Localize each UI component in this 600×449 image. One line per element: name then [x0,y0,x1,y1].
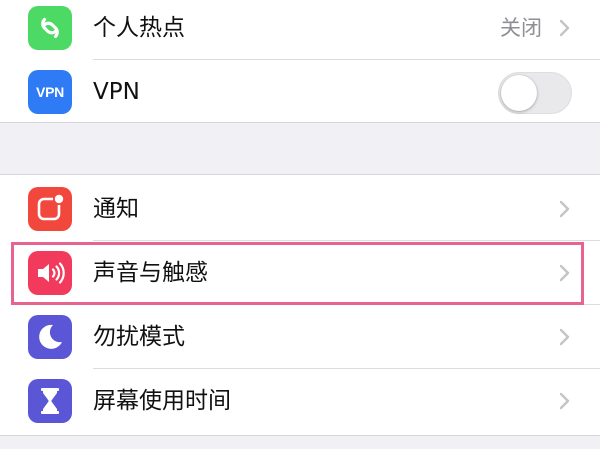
toggle-knob [501,75,537,111]
vpn-icon: VPN [28,70,72,114]
chevron-right-icon [559,264,570,282]
vpn-label: VPN [93,79,140,105]
notifications-label: 通知 [93,196,139,222]
chevron-right-icon [559,392,570,410]
settings-row-screen-time[interactable]: 屏幕使用时间 [0,369,600,433]
settings-row-sounds-haptics[interactable]: 声音与触感 [0,241,600,305]
vpn-icon-text: VPN [36,84,64,100]
personal-hotspot-label: 个人热点 [93,15,185,41]
vpn-toggle[interactable] [498,72,572,114]
moon-icon [28,315,72,359]
network-settings-group: 个人热点 关闭 VPN VPN [0,0,600,123]
do-not-disturb-label: 勿扰模式 [93,324,185,350]
chevron-right-icon [559,328,570,346]
notification-settings-group: 通知 声音与触感 勿扰模式 屏幕使用时间 [0,174,600,436]
chevron-right-icon [559,200,570,218]
settings-row-vpn[interactable]: VPN VPN [0,60,600,124]
notification-icon [28,187,72,231]
settings-row-personal-hotspot[interactable]: 个人热点 关闭 [0,0,600,60]
speaker-icon [28,251,72,295]
chevron-right-icon [559,19,570,37]
hourglass-icon [28,379,72,423]
hotspot-icon [28,6,72,50]
sounds-haptics-label: 声音与触感 [93,260,208,286]
settings-row-do-not-disturb[interactable]: 勿扰模式 [0,305,600,369]
screen-time-label: 屏幕使用时间 [93,388,231,414]
personal-hotspot-status: 关闭 [500,16,542,40]
settings-row-notifications[interactable]: 通知 [0,177,600,241]
